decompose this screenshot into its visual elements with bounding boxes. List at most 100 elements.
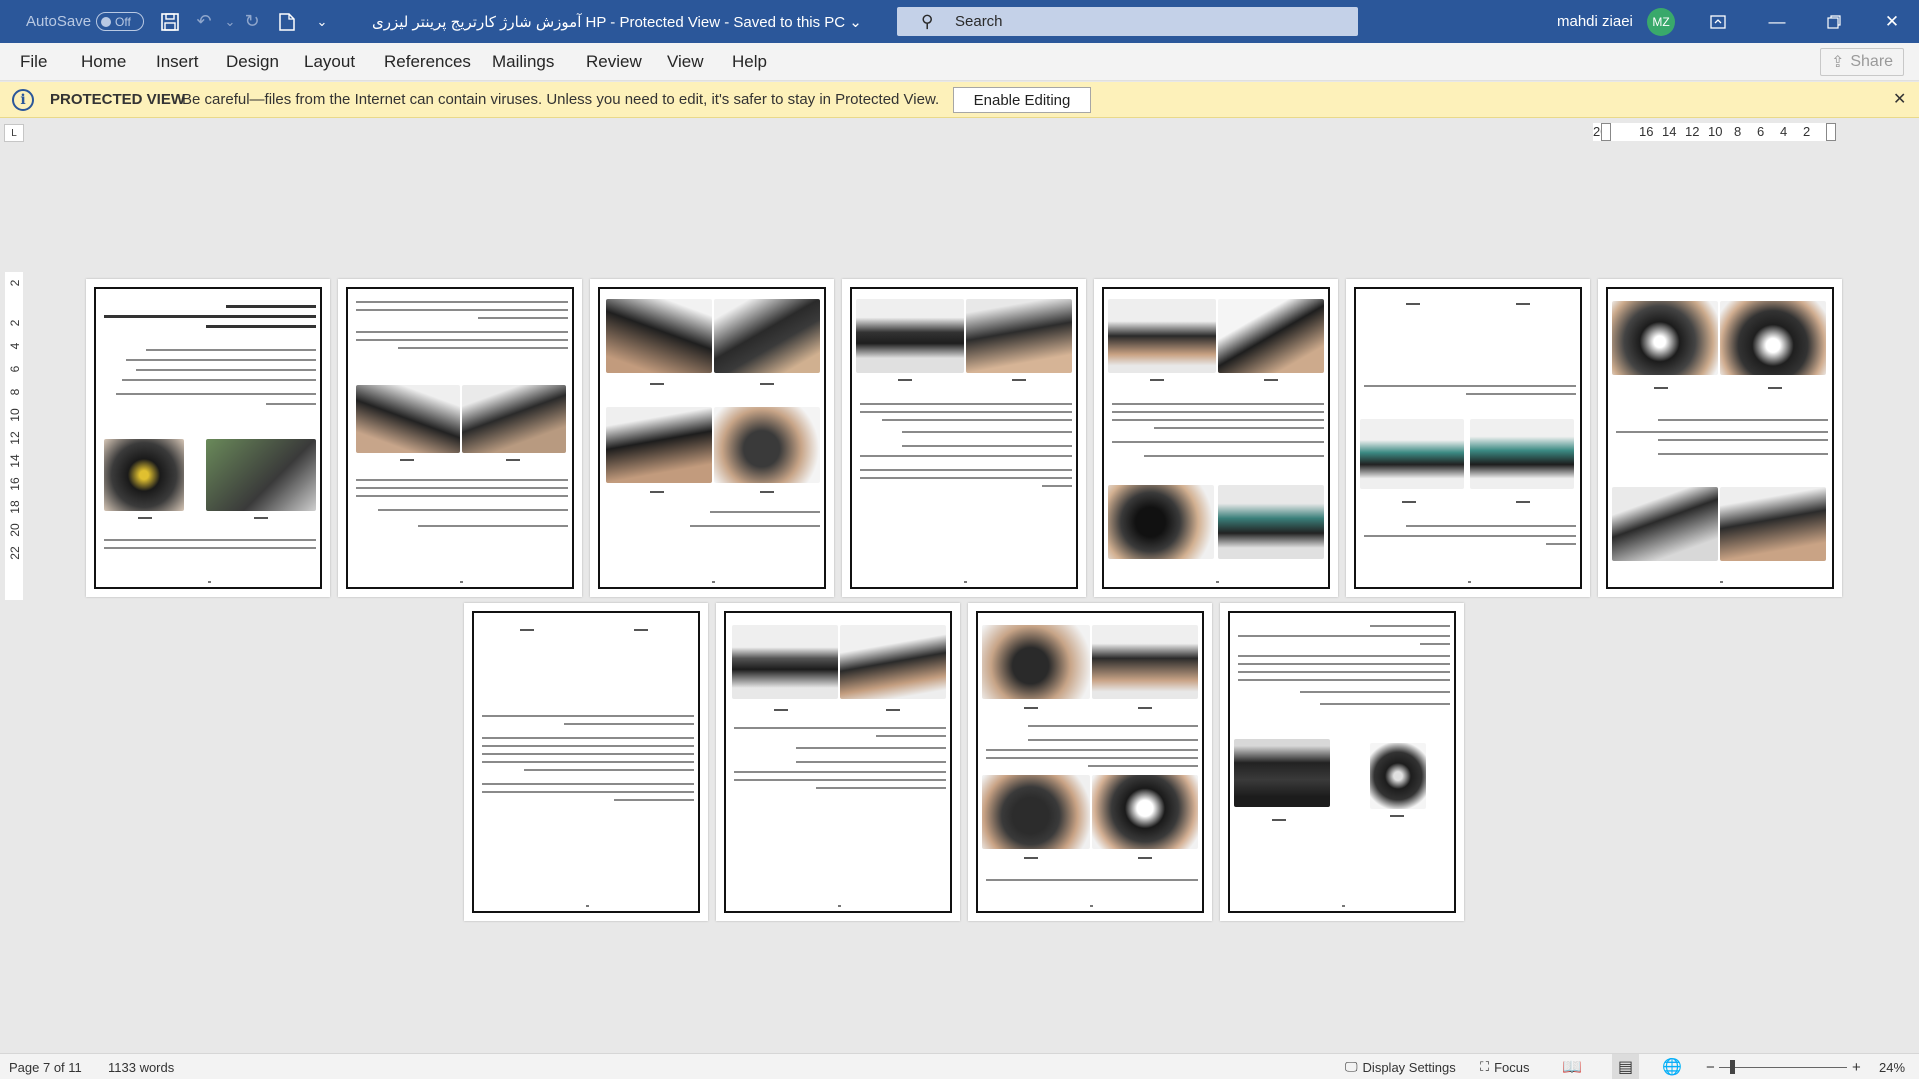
tab-review[interactable]: Review (586, 43, 642, 81)
document-title[interactable]: آموزش شارژ کارتریج پرینتر لیزری HP - Pro… (372, 0, 862, 43)
caption (760, 491, 774, 493)
display-settings-button[interactable]: 🖵 Display Settings (1345, 1054, 1456, 1079)
page-thumbnail[interactable] (716, 603, 960, 921)
caption (1138, 857, 1152, 859)
search-input[interactable]: ⚲ Search (897, 7, 1358, 36)
page-thumbnail[interactable] (86, 279, 330, 597)
minimize-icon[interactable]: — (1754, 0, 1800, 43)
customize-qat-icon[interactable]: ⌄ (309, 0, 335, 43)
horizontal-ruler[interactable]: 20 16 14 12 10 8 6 4 2 (1593, 123, 1836, 141)
page-thumbnail[interactable] (464, 603, 708, 921)
caption (634, 629, 648, 631)
web-layout-icon[interactable]: 🌐 (1662, 1054, 1682, 1079)
page-thumbnail[interactable] (1598, 279, 1842, 597)
tab-home[interactable]: Home (81, 43, 126, 81)
cartridge-photo (1108, 299, 1216, 373)
text-line (690, 525, 820, 527)
caption (898, 379, 912, 381)
tab-references[interactable]: References (384, 43, 471, 81)
share-button[interactable]: ⇪ Share (1820, 48, 1904, 76)
text-line (1466, 393, 1576, 395)
avatar[interactable]: MZ (1647, 8, 1675, 36)
ruler-label: 8 (1734, 124, 1742, 139)
caption (1654, 387, 1668, 389)
cartridge-photo (1360, 419, 1464, 489)
focus-button[interactable]: ⛶ Focus (1480, 1054, 1530, 1079)
redo-icon[interactable]: ↻ (239, 0, 265, 43)
text-line (1238, 635, 1450, 637)
tab-selector[interactable]: L (4, 124, 24, 142)
ruler-label: 2 (8, 319, 22, 327)
caption (1150, 379, 1164, 381)
indent-marker-left[interactable] (1601, 123, 1611, 141)
cartridge-photo (714, 299, 820, 373)
ruler-label: 2 (8, 279, 22, 287)
text-line (104, 547, 316, 549)
tab-insert[interactable]: Insert (156, 43, 199, 81)
tab-design[interactable]: Design (226, 43, 279, 81)
text-line (1154, 427, 1324, 429)
zoom-slider-thumb[interactable] (1730, 1060, 1735, 1074)
read-mode-icon[interactable]: 📖 (1562, 1054, 1582, 1079)
autosave-label: AutoSave (26, 13, 92, 30)
text-line (398, 347, 568, 349)
word-count[interactable]: 1133 words (108, 1054, 174, 1079)
cartridge-photo (1370, 743, 1426, 809)
text-line (860, 469, 1072, 471)
share-icon: ⇪ (1830, 54, 1845, 71)
autosave-toggle[interactable]: Off (96, 12, 144, 31)
text-line (378, 509, 568, 511)
text-line (482, 791, 694, 793)
zoom-level[interactable]: 24% (1879, 1054, 1905, 1079)
page-indicator[interactable]: Page 7 of 11 (9, 1054, 82, 1079)
cartridge-photo (1218, 299, 1324, 373)
text-line (418, 525, 568, 527)
print-layout-icon[interactable]: ▤ (1612, 1054, 1640, 1079)
caption (886, 709, 900, 711)
tab-layout[interactable]: Layout (304, 43, 355, 81)
text-line (1238, 679, 1450, 681)
text-line (1112, 441, 1324, 443)
page-thumbnail[interactable] (590, 279, 834, 597)
tab-file[interactable]: File (20, 43, 47, 81)
close-icon[interactable]: ✕ (1893, 89, 1906, 109)
tab-help[interactable]: Help (732, 43, 767, 81)
zoom-out-button[interactable]: − (1706, 1054, 1715, 1079)
page-thumbnail[interactable] (842, 279, 1086, 597)
text-line (902, 445, 1072, 447)
restore-icon[interactable] (1811, 0, 1857, 43)
autosave-state: Off (115, 14, 131, 29)
page-thumbnail[interactable] (1094, 279, 1338, 597)
page-number (1720, 581, 1723, 583)
page-thumbnail[interactable] (1220, 603, 1464, 921)
caption (1138, 707, 1152, 709)
text-line (482, 745, 694, 747)
page-thumbnail[interactable] (1346, 279, 1590, 597)
enable-editing-button[interactable]: Enable Editing (953, 87, 1091, 113)
ribbon-display-options-icon[interactable] (1695, 0, 1741, 43)
vertical-ruler[interactable]: 2 2 4 6 8 10 12 14 16 18 20 22 (5, 272, 23, 600)
text-line (796, 761, 946, 763)
user-name[interactable]: mahdi ziaei (1557, 0, 1633, 43)
search-placeholder: Search (955, 13, 1003, 30)
ruler-label: 14 (8, 454, 22, 468)
cartridge-photo (1218, 485, 1324, 559)
page-thumbnail[interactable] (968, 603, 1212, 921)
undo-icon[interactable]: ↶ (191, 0, 217, 43)
text-line (1420, 643, 1450, 645)
tab-view[interactable]: View (667, 43, 704, 81)
caption (760, 383, 774, 385)
zoom-in-button[interactable]: + (1852, 1054, 1861, 1079)
tab-mailings[interactable]: Mailings (492, 43, 554, 81)
caption (1406, 303, 1420, 305)
new-document-icon[interactable] (274, 0, 300, 43)
ruler-label: 12 (8, 431, 22, 445)
text-line (1320, 703, 1450, 705)
indent-marker-right[interactable] (1826, 123, 1836, 141)
page-thumbnail[interactable] (338, 279, 582, 597)
cartridge-photo (1108, 485, 1214, 559)
close-icon[interactable]: ✕ (1869, 0, 1915, 43)
save-icon[interactable] (157, 0, 183, 43)
zoom-slider[interactable] (1719, 1067, 1847, 1068)
text-line (136, 369, 316, 371)
